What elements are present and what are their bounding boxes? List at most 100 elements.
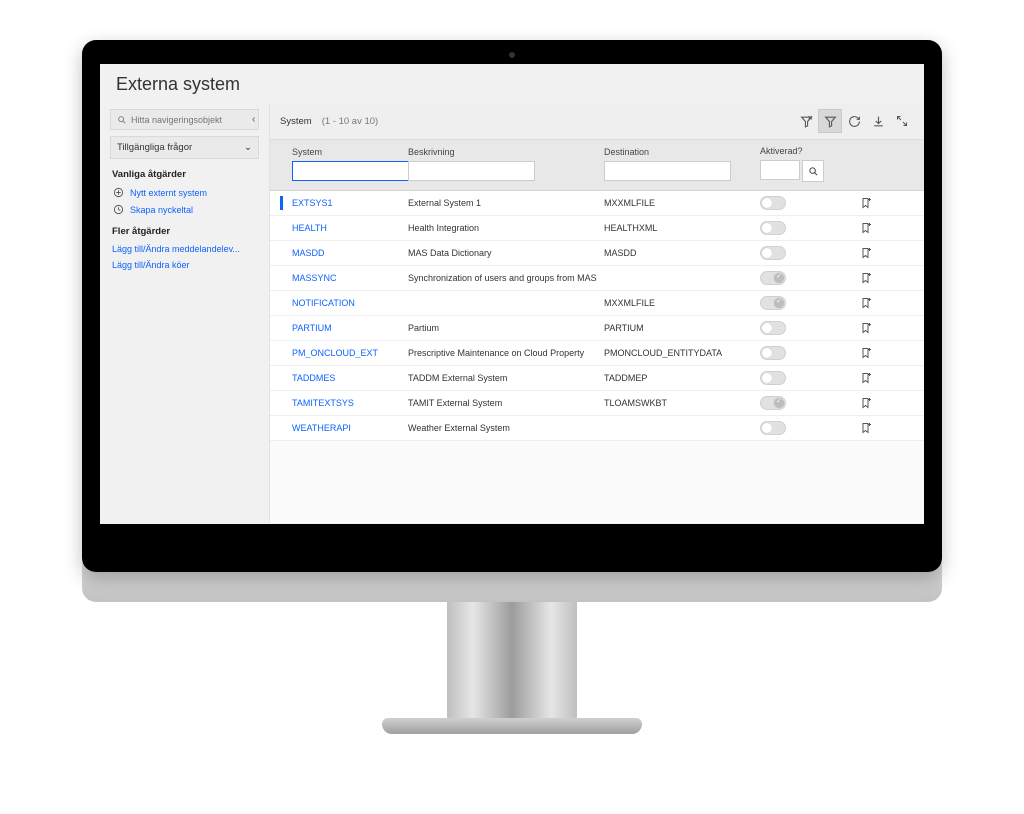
column-system: System xyxy=(292,147,402,181)
bookmark-icon[interactable] xyxy=(846,397,886,409)
system-link[interactable]: TADDMES xyxy=(292,373,402,383)
destination-cell: MXXMLFILE xyxy=(604,198,754,208)
filter-activated-lookup[interactable] xyxy=(802,160,824,182)
sidebar-item-label: Nytt externt system xyxy=(130,188,207,198)
table-row[interactable]: PM_ONCLOUD_EXT Prescriptive Maintenance o… xyxy=(270,341,924,366)
create-kpi-link[interactable]: Skapa nyckeltal xyxy=(110,201,259,218)
table-row[interactable]: NOTIFICATION MXXMLFILE xyxy=(270,291,924,316)
available-queries-dropdown[interactable]: Tillgängliga frågor ⌄ xyxy=(110,136,259,159)
filter-description-input[interactable] xyxy=(408,161,535,181)
bookmark-icon[interactable] xyxy=(846,322,886,334)
row-selection-mark xyxy=(280,271,284,285)
description-cell: TAMIT External System xyxy=(408,398,598,408)
system-link[interactable]: TAMITEXTSYS xyxy=(292,398,402,408)
filter-system-input[interactable] xyxy=(292,161,419,181)
column-destination: Destination xyxy=(604,147,754,181)
activated-toggle[interactable] xyxy=(760,346,786,360)
activated-toggle[interactable] xyxy=(760,321,786,335)
system-link[interactable]: PARTIUM xyxy=(292,323,402,333)
description-cell: MAS Data Dictionary xyxy=(408,248,598,258)
sidebar-item-label: Skapa nyckeltal xyxy=(130,205,193,215)
description-cell: TADDM External System xyxy=(408,373,598,383)
bookmark-icon[interactable] xyxy=(846,372,886,384)
description-cell: Prescriptive Maintenance on Cloud Proper… xyxy=(408,348,598,358)
activated-toggle[interactable] xyxy=(760,296,786,310)
row-selection-mark xyxy=(280,371,284,385)
filter-destination-input[interactable] xyxy=(604,161,731,181)
description-cell: Weather External System xyxy=(408,423,598,433)
more-actions-heading: Fler åtgärder xyxy=(112,226,259,237)
description-cell: Synchronization of users and groups from… xyxy=(408,273,598,283)
row-selection-mark xyxy=(280,321,284,335)
row-selection-mark xyxy=(280,221,284,235)
bookmark-icon[interactable] xyxy=(846,222,886,234)
destination-cell: MASDD xyxy=(604,248,754,258)
column-label[interactable]: Destination xyxy=(604,147,754,161)
sidebar-item-label: Lägg till/Ändra meddelandelev... xyxy=(112,244,240,254)
sidebar-search[interactable]: ‹ xyxy=(110,109,259,130)
table-row[interactable]: EXTSYS1 External System 1 MXXMLFILE xyxy=(270,191,924,216)
filter-activated-input[interactable] xyxy=(760,160,800,180)
collapse-sidebar-icon[interactable]: ‹ xyxy=(248,114,255,125)
bookmark-icon[interactable] xyxy=(846,197,886,209)
activated-toggle[interactable] xyxy=(760,271,786,285)
bookmark-icon[interactable] xyxy=(846,272,886,284)
new-external-system-link[interactable]: Nytt externt system xyxy=(110,184,259,201)
bookmark-icon[interactable] xyxy=(846,297,886,309)
table-header: System Beskrivning Destination Akti xyxy=(270,140,924,191)
sidebar-search-input[interactable] xyxy=(131,115,248,125)
table-row[interactable]: WEATHERAPI Weather External System xyxy=(270,416,924,441)
clear-filter-button[interactable] xyxy=(794,109,818,133)
refresh-button[interactable] xyxy=(842,109,866,133)
bookmark-icon[interactable] xyxy=(846,347,886,359)
table-body: EXTSYS1External System 1MXXMLFILEHEALTHH… xyxy=(270,191,924,441)
system-link[interactable]: WEATHERAPI xyxy=(292,423,402,433)
common-actions-heading: Vanliga åtgärder xyxy=(112,169,259,180)
monitor-stand-neck xyxy=(447,602,577,722)
system-link[interactable]: MASSYNC xyxy=(292,273,402,283)
monitor-frame: Externa system ‹ Tillgängliga frågor ⌄ xyxy=(82,40,942,734)
description-cell: Partium xyxy=(408,323,598,333)
chevron-down-icon: ⌄ xyxy=(244,142,252,153)
edit-message-handlers-link[interactable]: Lägg till/Ändra meddelandelev... xyxy=(110,241,259,257)
destination-cell: PARTIUM xyxy=(604,323,754,333)
column-label[interactable]: Aktiverad? xyxy=(760,146,840,160)
activated-toggle[interactable] xyxy=(760,421,786,435)
column-label[interactable]: Beskrivning xyxy=(408,147,598,161)
description-cell: External System 1 xyxy=(408,198,598,208)
table-row[interactable]: MASSYNC Synchronization of users and grou… xyxy=(270,266,924,291)
table-row[interactable]: MASDD MAS Data Dictionary MASDD xyxy=(270,241,924,266)
bookmark-icon[interactable] xyxy=(846,422,886,434)
destination-cell: TADDMEP xyxy=(604,373,754,383)
system-link[interactable]: NOTIFICATION xyxy=(292,298,402,308)
bookmark-icon[interactable] xyxy=(846,247,886,259)
list-toolbar: System (1 - 10 av 10) xyxy=(270,103,924,140)
table-row[interactable]: TADDMES TADDM External System TADDMEP xyxy=(270,366,924,391)
available-queries-label: Tillgängliga frågor xyxy=(117,142,192,153)
system-link[interactable]: MASDD xyxy=(292,248,402,258)
activated-toggle[interactable] xyxy=(760,246,786,260)
activated-toggle[interactable] xyxy=(760,396,786,410)
destination-cell: MXXMLFILE xyxy=(604,298,754,308)
toolbar-entity-label: System xyxy=(280,116,312,127)
table-row[interactable]: TAMITEXTSYSTAMIT External SystemTLOAMSWK… xyxy=(270,391,924,416)
collapse-button[interactable] xyxy=(890,109,914,133)
filter-button[interactable] xyxy=(818,109,842,133)
system-link[interactable]: HEALTH xyxy=(292,223,402,233)
destination-cell: HEALTHXML xyxy=(604,223,754,233)
column-description: Beskrivning xyxy=(408,147,598,181)
table-row[interactable]: HEALTHHealth IntegrationHEALTHXML xyxy=(270,216,924,241)
main-panel: System (1 - 10 av 10) xyxy=(270,103,924,523)
table-row[interactable]: PARTIUM Partium PARTIUM xyxy=(270,316,924,341)
activated-toggle[interactable] xyxy=(760,371,786,385)
edit-queues-link[interactable]: Lägg till/Ändra köer xyxy=(110,257,259,273)
activated-toggle[interactable] xyxy=(760,221,786,235)
activated-toggle[interactable] xyxy=(760,196,786,210)
row-selection-mark xyxy=(280,296,284,310)
column-label[interactable]: System xyxy=(292,147,402,161)
system-link[interactable]: EXTSYS1 xyxy=(292,198,402,208)
system-link[interactable]: PM_ONCLOUD_EXT xyxy=(292,348,402,358)
destination-cell: PMONCLOUD_ENTITYDATA xyxy=(604,348,754,358)
clock-icon xyxy=(112,204,124,215)
download-button[interactable] xyxy=(866,109,890,133)
